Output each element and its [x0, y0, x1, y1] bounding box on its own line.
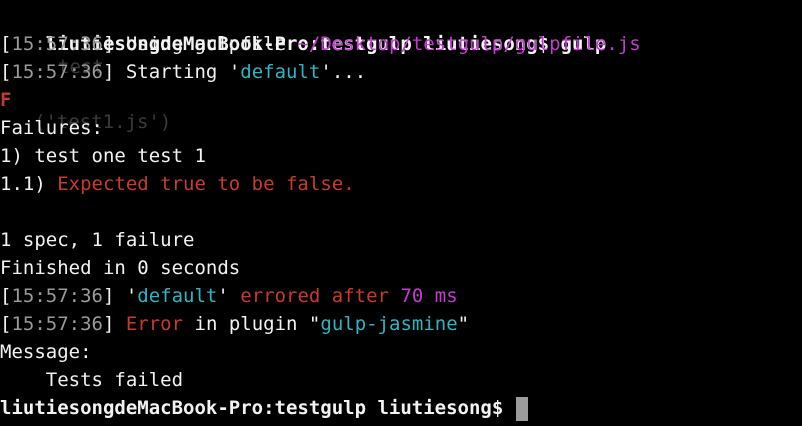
output-text: in plugin — [194, 313, 298, 335]
failures-heading: Failures: — [0, 117, 103, 139]
output-text: ... — [331, 61, 367, 83]
text-cursor[interactable] — [515, 396, 528, 421]
shell-prompt: liutiesongdeMacBook-Pro:testgulp liuties… — [0, 397, 504, 419]
expectation-message: Expected true to be false. — [57, 173, 355, 195]
failed-test-name: 1) test one test 1 — [0, 145, 206, 167]
message-label: Message: — [0, 341, 92, 363]
error-label: Error — [125, 313, 184, 335]
finished-line: Finished in 0 seconds — [0, 257, 241, 279]
timestamp: 15:57:36 — [11, 33, 103, 55]
expectation-line: 1.1) Expected true to be false. — [0, 170, 355, 198]
prompt-line: liutiesongdeMacBook-Pro:testgulp liuties… — [0, 394, 528, 422]
terminal-window[interactable]: test ('test1.js') liutiesongdeMacBook-Pr… — [0, 0, 802, 426]
timestamp: 15:57:36 — [11, 61, 103, 83]
task-name: default — [240, 61, 321, 83]
output-text: Using gulpfile — [125, 33, 287, 55]
timestamp: 15:57:36 — [11, 313, 103, 335]
output-text: Starting — [125, 61, 218, 83]
output-line-starting: [15:57:36] Starting 'default'... — [0, 61, 367, 83]
duration: 70 ms — [400, 285, 458, 307]
output-line-using: [15:57:36] Using gulpfile ~/Desktop/test… — [0, 33, 641, 55]
failure-marker: F — [0, 89, 12, 111]
expectation-prefix: 1.1) — [0, 173, 46, 195]
message-text: Tests failed — [0, 369, 184, 391]
task-name: default — [137, 285, 218, 307]
plugin-name: gulp-jasmine — [320, 313, 458, 335]
output-line-plugin-error: [15:57:36] Error in plugin "gulp-jasmine… — [0, 313, 470, 335]
errored-text: errored after — [240, 285, 389, 307]
timestamp: 15:57:36 — [11, 285, 103, 307]
gulpfile-path: ~/Desktop/testgulp/gulpfile.js — [297, 33, 641, 55]
output-line-errored: [15:57:36] 'default' errored after 70 ms — [0, 285, 458, 307]
prompt-line: liutiesongdeMacBook-Pro:testgulp liuties… — [0, 2, 607, 55]
spec-summary: 1 spec, 1 failure — [0, 229, 195, 251]
